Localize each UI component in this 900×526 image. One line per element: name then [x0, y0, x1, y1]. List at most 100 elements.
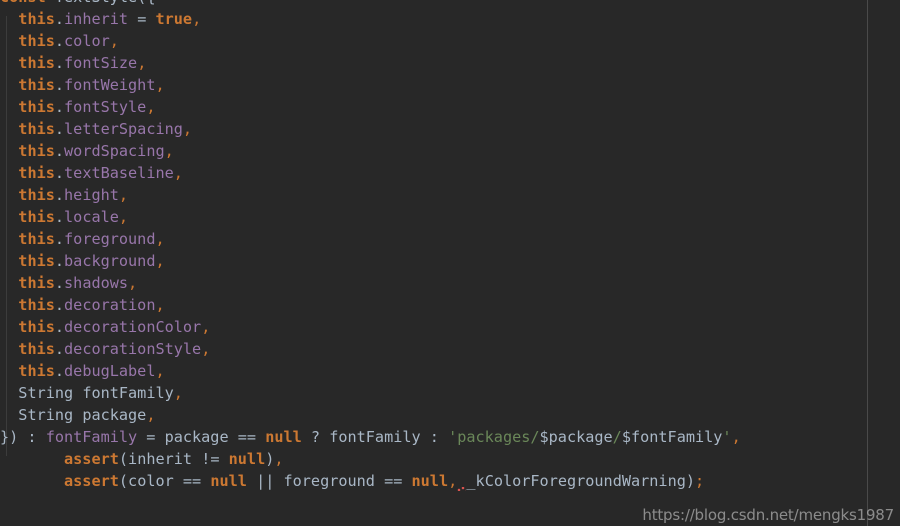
code-token-kw: this [18, 98, 55, 116]
code-token-punc: . [54, 208, 65, 226]
code-line[interactable]: assert(color == null || foreground == nu… [0, 470, 900, 492]
code-token-plain: color [128, 472, 174, 490]
code-token-comma: , [201, 318, 211, 336]
code-line[interactable]: assert(inherit != null), [0, 448, 900, 470]
code-token-interp: $package [539, 428, 613, 446]
code-token-field: locale [64, 208, 119, 226]
code-token-field: letterSpacing [64, 120, 183, 138]
code-token-punc: . [54, 142, 65, 160]
code-token-op: == [228, 428, 266, 446]
code-token-punc: . [54, 54, 65, 72]
code-line[interactable]: this.shadows, [0, 272, 900, 294]
code-token-kw: this [18, 362, 55, 380]
code-token-punc: . [54, 76, 65, 94]
code-token-punc: ({ [137, 0, 155, 6]
code-token-plain: foreground [283, 472, 375, 490]
code-token-kw: this [18, 230, 55, 248]
code-token-op: = [128, 10, 156, 28]
code-token-field: fontSize [64, 54, 138, 72]
code-line[interactable]: this.foreground, [0, 228, 900, 250]
code-line[interactable]: this.fontWeight, [0, 74, 900, 96]
code-content[interactable]: const TextStyle({ this.inherit = true, t… [0, 0, 900, 492]
code-token-comma: , [731, 428, 741, 446]
code-token-field: decorationColor [64, 318, 202, 336]
code-token-op: != [192, 450, 229, 468]
code-token-punc: ) [265, 450, 275, 468]
code-token-kw: this [18, 54, 55, 72]
code-token-punc: . [54, 10, 65, 28]
code-line[interactable]: this.color, [0, 30, 900, 52]
code-line[interactable]: this.inherit = true, [0, 8, 900, 30]
code-token-punc: . [54, 120, 65, 138]
code-token-punc: . [54, 318, 65, 336]
code-token-plain: fontFamily [329, 428, 421, 446]
code-editor-viewport[interactable]: const TextStyle({ this.inherit = true, t… [0, 0, 900, 526]
code-token-kw: this [18, 142, 55, 160]
code-line[interactable]: this.letterSpacing, [0, 118, 900, 140]
code-token-op: ? [301, 428, 330, 446]
code-token-punc: ) [685, 472, 696, 490]
code-token-type: TextStyle [55, 0, 137, 6]
code-line[interactable]: this.decorationColor, [0, 316, 900, 338]
code-token-op: = [137, 428, 165, 446]
code-token-comma: , [448, 472, 458, 490]
code-line[interactable]: }) : fontFamily = package == null ? font… [0, 426, 900, 448]
code-line[interactable]: const TextStyle({ [0, 0, 900, 8]
code-token-comma: , [173, 164, 183, 182]
code-line[interactable]: String package, [0, 404, 900, 426]
code-token-str: ' [722, 428, 732, 446]
code-line[interactable]: this.background, [0, 250, 900, 272]
code-token-type: String [18, 406, 74, 424]
code-token-field: background [64, 252, 156, 270]
code-line[interactable]: this.decorationStyle, [0, 338, 900, 360]
code-line[interactable]: this.decoration, [0, 294, 900, 316]
code-token-comma: ; [695, 472, 705, 490]
code-token-punc: . [54, 362, 65, 380]
code-token-str: / [612, 428, 622, 446]
code-token-comma: , [118, 208, 129, 226]
code-token-str: 'packages/ [448, 428, 540, 446]
code-token-comma: , [137, 54, 147, 72]
code-token-comma: , [155, 230, 165, 248]
code-token-comma: , [201, 340, 211, 358]
code-line[interactable]: this.fontStyle, [0, 96, 900, 118]
code-token-field: fontFamily [45, 428, 138, 446]
code-token-field: foreground [64, 230, 156, 248]
code-token-field: inherit [64, 10, 129, 28]
code-line[interactable]: this.locale, [0, 206, 900, 228]
code-token-kw: this [18, 120, 55, 138]
code-token-op: == [173, 472, 211, 490]
code-line[interactable]: this.textBaseline, [0, 162, 900, 184]
code-token-comma: , [155, 76, 165, 94]
code-token-kw: null [228, 450, 266, 468]
code-line[interactable]: this.height, [0, 184, 900, 206]
code-line[interactable]: this.debugLabel, [0, 360, 900, 382]
code-token-kw: this [18, 340, 55, 358]
code-token-field: height [64, 186, 119, 204]
code-line[interactable]: String fontFamily, [0, 382, 900, 404]
code-line[interactable]: this.fontSize, [0, 52, 900, 74]
code-token-comma: , [173, 384, 183, 402]
code-token-punc: . [54, 164, 65, 182]
code-token-kw: this [18, 32, 55, 50]
code-token-punc: . [54, 32, 65, 50]
code-token-kw: this [18, 296, 55, 314]
code-line[interactable]: this.wordSpacing, [0, 140, 900, 162]
watermark-url: https://blog.csdn.net/mengks1987 [642, 506, 894, 524]
code-token-field: debugLabel [64, 362, 156, 380]
code-token-comma: , [146, 406, 156, 424]
